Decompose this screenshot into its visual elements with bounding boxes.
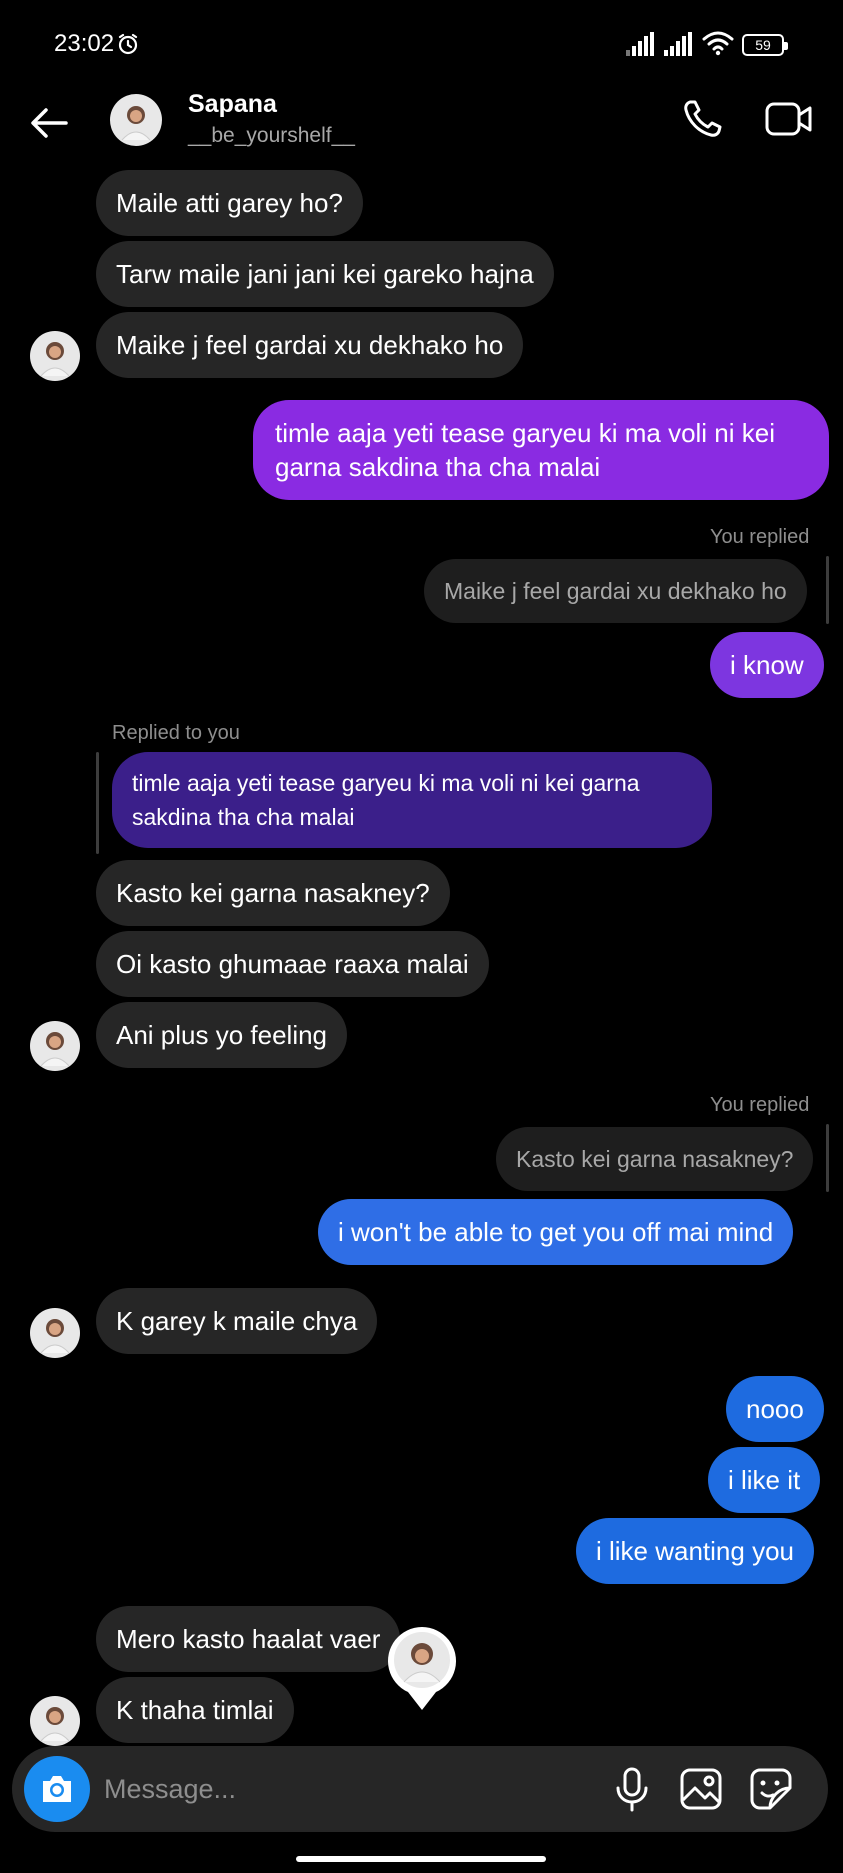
outgoing-message[interactable]: i won't be able to get you off mai mind <box>318 1199 794 1265</box>
incoming-message[interactable]: Maike j feel gardai xu dekhako ho <box>96 312 524 378</box>
home-indicator[interactable] <box>296 1856 546 1862</box>
avatar <box>30 331 80 381</box>
sticker-icon[interactable] <box>748 1766 794 1812</box>
outgoing-message[interactable]: timle aaja yeti tease garyeu ki ma voli … <box>253 400 829 500</box>
reply-quote[interactable]: Maike j feel gardai xu dekhako ho <box>424 559 807 623</box>
message-input[interactable] <box>104 1766 524 1812</box>
avatar <box>30 1696 80 1746</box>
incoming-message[interactable]: K thaha timlai <box>96 1677 294 1743</box>
camera-button[interactable] <box>24 1756 90 1822</box>
incoming-message[interactable]: Ani plus yo feeling <box>96 1002 348 1068</box>
reply-label: You replied <box>710 1094 810 1116</box>
message-composer <box>12 1746 828 1832</box>
avatar <box>30 1308 80 1358</box>
reply-label: Replied to you <box>112 722 240 744</box>
outgoing-message[interactable]: i like wanting you <box>576 1518 814 1584</box>
reply-quote[interactable]: Kasto kei garna nasakney? <box>496 1127 814 1191</box>
incoming-message[interactable]: K garey k maile chya <box>96 1288 378 1354</box>
camera-icon <box>43 1776 71 1802</box>
reply-bar <box>826 1124 829 1192</box>
avatar <box>30 1021 80 1071</box>
outgoing-message[interactable]: nooo <box>726 1376 824 1442</box>
reply-quote[interactable]: timle aaja yeti tease garyeu ki ma voli … <box>112 752 712 848</box>
outgoing-message[interactable]: i like it <box>708 1447 821 1513</box>
reply-bar <box>96 752 99 854</box>
incoming-message[interactable]: Kasto kei garna nasakney? <box>96 860 450 926</box>
incoming-message[interactable]: Maile atti garey ho? <box>96 170 363 236</box>
incoming-message[interactable]: Oi kasto ghumaae raaxa malai <box>96 931 489 997</box>
incoming-message[interactable]: Tarw maile jani jani kei gareko hajna <box>96 241 554 307</box>
mic-icon[interactable] <box>612 1766 652 1812</box>
reply-bar <box>826 556 829 624</box>
gallery-icon[interactable] <box>678 1766 724 1812</box>
message-list: Maile atti garey ho? Tarw maile jani jan… <box>0 0 843 1873</box>
incoming-message[interactable]: Mero kasto haalat vaer <box>96 1606 401 1672</box>
seen-avatar <box>388 1627 456 1710</box>
reply-label: You replied <box>710 526 810 548</box>
outgoing-message[interactable]: i know <box>710 632 824 698</box>
